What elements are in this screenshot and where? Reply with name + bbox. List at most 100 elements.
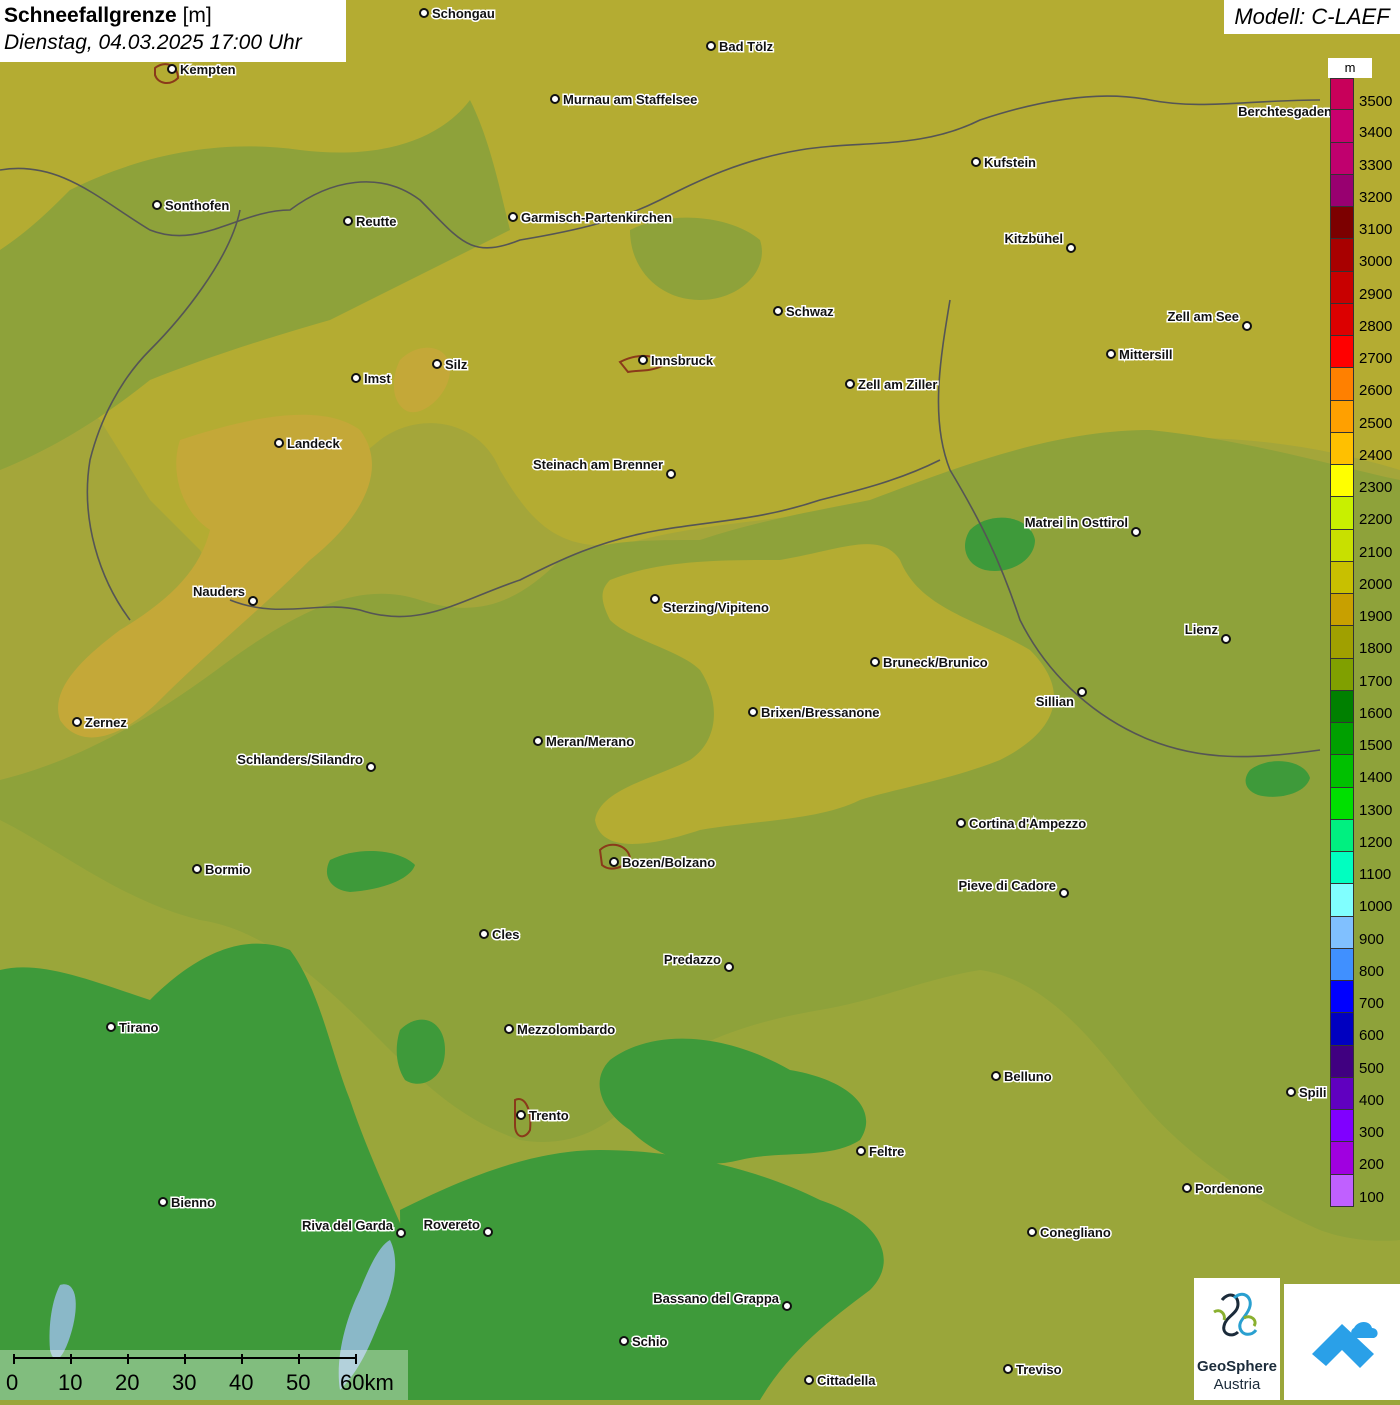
city-dot-icon	[550, 94, 560, 104]
legend-swatch: 2000	[1330, 561, 1392, 594]
city-label: Sonthofen	[165, 198, 229, 213]
city-dot-icon	[804, 1375, 814, 1385]
legend-swatch: 2800	[1330, 303, 1392, 336]
city-dot-icon	[856, 1146, 866, 1156]
city-dot-icon	[167, 64, 177, 74]
legend-value: 2300	[1359, 479, 1393, 496]
city-dot-icon	[870, 657, 880, 667]
city-marker[interactable]: Sonthofen	[152, 197, 231, 215]
city-dot-icon	[991, 1071, 1001, 1081]
legend-value: 100	[1359, 1188, 1385, 1206]
scale-label: 60km	[340, 1370, 394, 1395]
city-label: Bienno	[171, 1195, 215, 1210]
city-label: Reutte	[356, 214, 396, 229]
city-marker[interactable]: Garmisch-Partenkirchen	[508, 209, 674, 227]
city-marker[interactable]: Brixen/Bressanone	[748, 704, 881, 722]
map-title: Schneefallgrenze [m]	[4, 4, 212, 27]
city-marker[interactable]: Bozen/Bolzano	[609, 854, 717, 872]
city-dot-icon	[1059, 888, 1069, 898]
geosphere-logo[interactable]: GeoSphere Austria	[1194, 1278, 1280, 1400]
city-dot-icon	[609, 857, 619, 867]
city-dot-icon	[1066, 243, 1076, 253]
legend-swatch: 1100	[1330, 852, 1391, 885]
city-label: Treviso	[1016, 1362, 1062, 1377]
legend-swatch: 2900	[1330, 271, 1392, 304]
city-marker[interactable]: Bruneck/Brunico	[870, 654, 989, 672]
legend-swatch: 100	[1330, 1174, 1384, 1207]
city-dot-icon	[533, 736, 543, 746]
city-dot-icon	[351, 373, 361, 383]
city-marker[interactable]: Conegliano	[1027, 1224, 1112, 1242]
legend-value: 2900	[1359, 285, 1393, 303]
city-label: Schlanders/Silandro	[237, 752, 363, 767]
city-dot-icon	[748, 707, 758, 717]
city-label: Belluno	[1004, 1069, 1052, 1084]
city-marker[interactable]: Mezzolombardo	[504, 1021, 617, 1039]
app-logo[interactable]	[1284, 1284, 1400, 1400]
city-dot-icon	[1182, 1183, 1192, 1193]
legend-swatch: 700	[1330, 981, 1384, 1014]
city-label: Zell am See	[1167, 309, 1239, 324]
legend-swatch: 1200	[1330, 819, 1392, 852]
city-label: Trento	[529, 1108, 569, 1123]
city-marker[interactable]: Meran/Merano	[533, 733, 636, 751]
city-label: Sillian	[1036, 694, 1074, 709]
city-dot-icon	[419, 8, 429, 18]
legend-value: 2000	[1359, 575, 1393, 593]
legend-value: 700	[1359, 995, 1385, 1012]
city-dot-icon	[366, 762, 376, 772]
city-marker[interactable]: Pordenone	[1182, 1180, 1264, 1198]
legend-value: 900	[1359, 930, 1385, 948]
legend-value: 1500	[1359, 737, 1393, 754]
legend-swatch: 800	[1330, 948, 1384, 981]
city-dot-icon	[152, 200, 162, 210]
city-label: Riva del Garda	[302, 1218, 394, 1233]
city-dot-icon	[248, 596, 258, 606]
city-label: Innsbruck	[651, 353, 714, 368]
city-label: Garmisch-Partenkirchen	[521, 210, 672, 225]
legend-value: 1200	[1359, 833, 1393, 851]
map-canvas[interactable]: Schongau Bad Tölz Kempten Murnau am Staffel…	[0, 0, 1400, 1400]
city-dot-icon	[479, 929, 489, 939]
city-label: Kufstein	[984, 155, 1036, 170]
city-marker[interactable]: Innsbruck	[638, 352, 715, 370]
legend-swatch: 3400	[1330, 110, 1392, 143]
legend-swatch: 1000	[1330, 884, 1392, 917]
city-label: Steinach am Brenner	[533, 457, 663, 472]
city-dot-icon	[274, 438, 284, 448]
geosphere-line1: GeoSphere	[1196, 1358, 1278, 1375]
legend-value: 1300	[1359, 801, 1393, 819]
city-dot-icon	[1131, 527, 1141, 537]
legend-value: 600	[1359, 1027, 1385, 1045]
app-logo-icon	[1312, 1322, 1378, 1368]
city-label: Zernez	[85, 715, 127, 730]
city-dot-icon	[432, 359, 442, 369]
city-marker[interactable]: Schongau	[419, 5, 496, 23]
city-marker[interactable]: Murnau am Staffelsee	[550, 91, 699, 109]
city-dot-icon	[504, 1024, 514, 1034]
city-label: Bruneck/Brunico	[883, 655, 988, 670]
city-dot-icon	[1286, 1087, 1296, 1097]
city-marker[interactable]: Cortina d'Ampezzo	[956, 815, 1088, 833]
city-marker[interactable]: Zell am Ziller	[845, 376, 939, 394]
city-label: Sterzing/Vipiteno	[663, 600, 769, 615]
legend-value: 3200	[1359, 188, 1393, 206]
legend-swatch: 1600	[1330, 690, 1392, 723]
legend-swatch: 3300	[1330, 142, 1392, 175]
city-label: Brixen/Bressanone	[761, 705, 880, 720]
city-label: Pieve di Cadore	[958, 878, 1056, 893]
legend-swatch: 3000	[1330, 239, 1392, 272]
legend-value: 3000	[1359, 253, 1393, 271]
legend-swatch: 2400	[1330, 432, 1392, 465]
legend-swatch: 300	[1330, 1110, 1384, 1143]
legend-value: 2600	[1359, 382, 1393, 400]
city-label: Cortina d'Ampezzo	[969, 816, 1086, 831]
city-dot-icon	[72, 717, 82, 727]
city-label: Mezzolombardo	[517, 1022, 615, 1037]
city-dot-icon	[638, 355, 648, 365]
legend-value: 2800	[1359, 317, 1393, 335]
city-label: Schio	[632, 1334, 667, 1349]
city-label: Matrei in Osttirol	[1025, 515, 1128, 530]
scale-label: 50	[286, 1370, 311, 1395]
city-dot-icon	[782, 1301, 792, 1311]
